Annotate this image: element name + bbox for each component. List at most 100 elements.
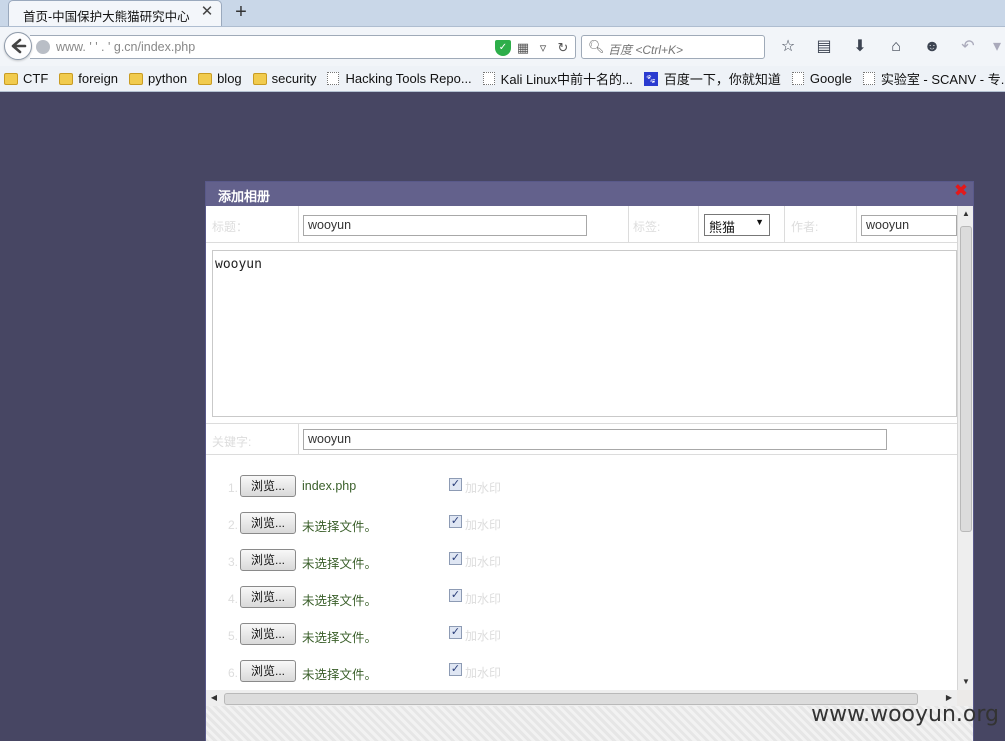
back-button[interactable]: [4, 32, 32, 60]
file-name: 未选择文件。: [302, 668, 378, 682]
browse-button[interactable]: 浏览...: [240, 549, 296, 571]
bookmark-baidu[interactable]: 🐾︎ 百度一下，你就知道: [643, 69, 781, 88]
page-icon: [482, 72, 495, 85]
reading-list-icon[interactable]: ▤: [810, 37, 838, 57]
file-row: 2. 浏览... 未选择文件。 ✓ 加水印: [206, 512, 957, 540]
download-icon[interactable]: ⬇: [846, 37, 874, 57]
folder-icon: [129, 72, 144, 85]
tab-bar: 首页-中国保护大熊猫研究中心 ✕ +: [0, 0, 1005, 26]
close-icon[interactable]: ✖: [953, 182, 969, 199]
bookmark-ctf[interactable]: CTF: [4, 71, 48, 86]
file-name: 未选择文件。: [302, 520, 378, 534]
watermark-checkbox[interactable]: ✓: [449, 515, 462, 528]
browse-button[interactable]: 浏览...: [240, 660, 296, 682]
bookmarks-toolbar: CTF foreign python blog security Hacking…: [0, 66, 1005, 92]
scroll-down-icon[interactable]: ▼: [958, 674, 974, 690]
file-name: 未选择文件。: [302, 631, 378, 645]
browse-button[interactable]: 浏览...: [240, 475, 296, 497]
content-textarea[interactable]: wooyun: [212, 250, 957, 417]
bookmark-security[interactable]: security: [252, 71, 316, 86]
globe-icon: [36, 40, 50, 54]
watermark-checkbox[interactable]: ✓: [449, 626, 462, 639]
watermark-label: 加水印: [465, 518, 502, 532]
search-bar[interactable]: 🔍︎ 百度 <Ctrl+K>: [581, 35, 765, 59]
tab-close-icon[interactable]: ✕: [199, 4, 215, 20]
watermark-checkbox[interactable]: ✓: [449, 552, 462, 565]
tab-title: 首页-中国保护大熊猫研究中心: [23, 10, 190, 24]
qr-code-icon[interactable]: ▦: [515, 40, 531, 56]
browse-button[interactable]: 浏览...: [240, 512, 296, 534]
shield-icon[interactable]: ✓: [495, 40, 511, 56]
file-row-number: 3.: [228, 555, 239, 569]
file-row: 3. 浏览... 未选择文件。 ✓ 加水印: [206, 549, 957, 577]
search-placeholder: 百度 <Ctrl+K>: [608, 43, 684, 57]
file-name: 未选择文件。: [302, 594, 378, 608]
back-arrow-icon: [11, 38, 27, 54]
bookmark-blog[interactable]: blog: [198, 71, 242, 86]
bookmark-foreign[interactable]: foreign: [59, 71, 118, 86]
meta-row: 标题： wooyun 标签: 熊猫 ▼ 作者: wooyun: [206, 206, 957, 243]
album-form: 标题： wooyun 标签: 熊猫 ▼ 作者: wooyun wooyun 关键…: [206, 206, 957, 690]
undo-icon[interactable]: ↶: [954, 37, 982, 57]
folder-icon: [59, 72, 74, 85]
watermark-label: 加水印: [465, 666, 502, 680]
file-row: 1. 浏览... index.php ✓ 加水印: [206, 475, 957, 503]
file-row-number: 6.: [228, 666, 239, 680]
page-icon: [862, 72, 875, 85]
page-icon: [327, 72, 340, 85]
keyword-input[interactable]: wooyun: [303, 429, 887, 450]
bookmark-hacking-tools[interactable]: Hacking Tools Repo...: [327, 71, 472, 86]
keyword-row: 关键字: wooyun: [206, 423, 957, 455]
file-row: 6. 浏览... 未选择文件。 ✓ 加水印: [206, 660, 957, 688]
vertical-scrollbar[interactable]: ▲ ▼: [957, 206, 973, 690]
scroll-left-icon[interactable]: ◀: [206, 690, 222, 706]
bookmark-google[interactable]: Google: [791, 71, 852, 86]
page-icon: [791, 72, 804, 85]
url-text: www. ' ' . ' g.cn/index.php: [56, 40, 196, 54]
file-row-number: 4.: [228, 592, 239, 606]
dialog-title: 添加相册: [218, 189, 271, 204]
dropdown-icon[interactable]: ▿: [535, 40, 551, 56]
keyword-label: 关键字:: [212, 435, 252, 449]
browse-button[interactable]: 浏览...: [240, 623, 296, 645]
home-icon[interactable]: ⌂: [882, 37, 910, 57]
file-row-number: 1.: [228, 481, 239, 495]
tag-label: 标签:: [633, 220, 661, 234]
watermark-checkbox[interactable]: ✓: [449, 589, 462, 602]
tag-select[interactable]: 熊猫 ▼: [704, 214, 770, 236]
watermark-label: 加水印: [465, 481, 502, 495]
url-bar[interactable]: www. ' ' . ' g.cn/index.php ✓ ▦ ▿ ↻: [30, 35, 576, 59]
nav-bar: www. ' ' . ' g.cn/index.php ✓ ▦ ▿ ↻ 🔍︎ 百…: [0, 26, 1005, 66]
folder-icon: [198, 72, 213, 85]
scroll-up-icon[interactable]: ▲: [958, 206, 974, 222]
author-input[interactable]: wooyun: [861, 215, 957, 236]
baidu-paw-icon: 🐾︎: [643, 71, 658, 86]
bookmark-kali[interactable]: Kali Linux中前十名的...: [482, 69, 633, 88]
search-icon: 🔍︎: [588, 39, 605, 54]
bookmark-star-icon[interactable]: ☆: [774, 37, 802, 57]
bookmark-scanv[interactable]: 实验室 - SCANV - 专...: [862, 69, 1005, 88]
folder-icon: [4, 72, 18, 85]
file-row-number: 5.: [228, 629, 239, 643]
file-row: 4. 浏览... 未选择文件。 ✓ 加水印: [206, 586, 957, 614]
file-row: 5. 浏览... 未选择文件。 ✓ 加水印: [206, 623, 957, 651]
browse-button[interactable]: 浏览...: [240, 586, 296, 608]
menu-dropdown-icon[interactable]: ▾: [990, 37, 1004, 57]
file-name: 未选择文件。: [302, 557, 378, 571]
vertical-scroll-thumb[interactable]: [960, 226, 972, 532]
watermark-label: 加水印: [465, 592, 502, 606]
file-name: index.php: [302, 479, 357, 493]
browser-tab[interactable]: 首页-中国保护大熊猫研究中心 ✕: [8, 0, 222, 26]
chevron-down-icon: ▼: [755, 217, 764, 227]
site-watermark: www.wooyun.org: [811, 702, 999, 727]
watermark-checkbox[interactable]: ✓: [449, 663, 462, 676]
new-tab-button[interactable]: +: [230, 1, 252, 23]
reload-icon[interactable]: ↻: [555, 40, 571, 56]
file-row-number: 2.: [228, 518, 239, 532]
add-album-dialog: 添加相册 ✖ 标题： wooyun 标签: 熊猫 ▼ 作者: wooyun wo…: [205, 181, 974, 741]
chat-icon[interactable]: ☻: [918, 37, 946, 57]
watermark-label: 加水印: [465, 555, 502, 569]
bookmark-python[interactable]: python: [129, 71, 187, 86]
title-input[interactable]: wooyun: [303, 215, 587, 236]
watermark-checkbox[interactable]: ✓: [449, 478, 462, 491]
